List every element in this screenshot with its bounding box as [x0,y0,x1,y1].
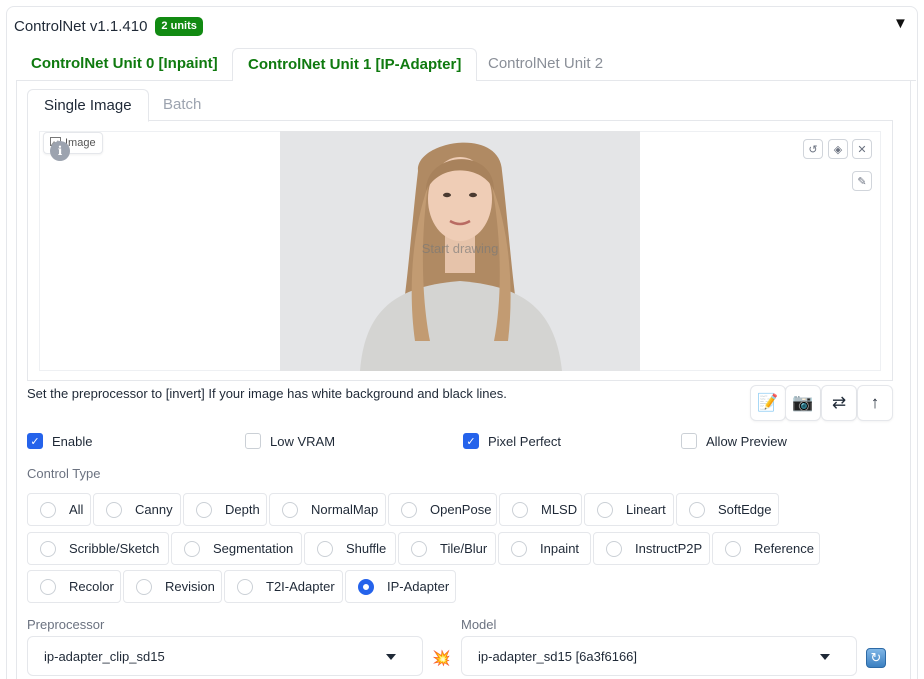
unit-tabs: ControlNet Unit 0 [Inpaint] ControlNet U… [16,48,916,82]
radio-lineart[interactable]: Lineart [584,493,674,526]
chevron-down-icon [820,654,830,660]
radio-normalmap[interactable]: NormalMap [269,493,386,526]
radio-openpose[interactable]: OpenPose [388,493,497,526]
undo-icon[interactable]: ↺ [803,139,823,159]
camera-icon[interactable]: 📷 [785,385,821,421]
preprocessor-label: Preprocessor [27,617,105,632]
radio-shuffle[interactable]: Shuffle [304,532,396,565]
uploaded-image[interactable]: Start drawing [280,131,640,371]
radio-icon [401,501,417,518]
radio-icon [282,501,298,518]
radio-canny[interactable]: Canny [93,493,181,526]
radio-t2i-adapter[interactable]: T2I-Adapter [224,570,343,603]
radio-recolor[interactable]: Recolor [27,570,121,603]
radio-segmentation[interactable]: Segmentation [171,532,302,565]
radio-icon [317,540,333,557]
enable-checkbox[interactable]: ✓ Enable [27,433,92,449]
info-icon[interactable]: i [50,141,70,161]
collapse-icon[interactable]: ▼ [893,15,908,32]
radio-inpaint[interactable]: Inpaint [498,532,591,565]
radio-icon [512,501,528,518]
radio-icon [606,540,622,557]
radio-icon [597,501,613,518]
send-up-icon[interactable]: ↑ [857,385,893,421]
panel-title: ControlNet v1.1.410 [14,18,148,35]
radio-icon [40,540,56,557]
radio-icon [136,578,152,595]
preprocessor-select[interactable]: ip-adapter_clip_sd15 [27,636,423,676]
tab-unit-0[interactable]: ControlNet Unit 0 [Inpaint] [16,48,233,81]
tab-unit-2[interactable]: ControlNet Unit 2 [473,48,618,81]
low-vram-label: Low VRAM [270,433,336,449]
panel-header[interactable]: ControlNet v1.1.410 2 units [14,17,203,36]
chevron-down-icon [386,654,396,660]
checkbox-checked-icon[interactable]: ✓ [463,433,479,449]
tab-batch[interactable]: Batch [147,89,217,122]
close-icon[interactable]: ✕ [852,139,872,159]
brush-icon[interactable]: ✎ [852,171,872,191]
radio-icon [511,540,527,557]
radio-icon [689,501,705,518]
radio-softedge[interactable]: SoftEdge [676,493,779,526]
preprocessor-hint: Set the preprocessor to [invert] If your… [27,386,507,401]
checkbox-empty-icon[interactable] [245,433,261,449]
radio-icon [40,501,56,518]
radio-instructp2p[interactable]: InstructP2P [593,532,710,565]
radio-ip-adapter[interactable]: IP-Adapter [345,570,456,603]
enable-label: Enable [52,433,93,449]
checkbox-empty-icon[interactable] [681,433,697,449]
erase-icon[interactable]: ◈ [828,139,848,159]
run-preprocessor-icon[interactable]: 💥 [432,649,451,667]
edit-icon[interactable]: 📝 [750,385,786,421]
refresh-models-icon[interactable]: ↻ [866,648,886,668]
radio-revision[interactable]: Revision [123,570,222,603]
radio-reference[interactable]: Reference [712,532,820,565]
allow-preview-label: Allow Preview [706,433,787,449]
allow-preview-checkbox[interactable]: Allow Preview [681,433,787,449]
units-badge: 2 units [155,17,203,36]
preprocessor-value: ip-adapter_clip_sd15 [44,648,165,664]
tab-single-image[interactable]: Single Image [27,89,149,122]
radio-icon [184,540,200,557]
radio-tile-blur[interactable]: Tile/Blur [398,532,496,565]
model-select[interactable]: ip-adapter_sd15 [6a3f6166] [461,636,857,676]
radio-icon [411,540,427,557]
radio-icon [196,501,212,518]
radio-icon [106,501,122,518]
low-vram-checkbox[interactable]: Low VRAM [245,433,335,449]
radio-scribble-sketch[interactable]: Scribble/Sketch [27,532,169,565]
radio-all[interactable]: All [27,493,91,526]
image-mode-tabs: Single Image Batch [27,89,893,122]
radio-selected-icon [358,578,374,595]
pixel-perfect-checkbox[interactable]: ✓ Pixel Perfect [463,433,561,449]
radio-icon [237,578,253,595]
radio-mlsd[interactable]: MLSD [499,493,582,526]
radio-depth[interactable]: Depth [183,493,267,526]
checkbox-checked-icon[interactable]: ✓ [27,433,43,449]
model-value: ip-adapter_sd15 [6a3f6166] [478,648,638,664]
control-type-label: Control Type [27,466,101,481]
pixel-perfect-label: Pixel Perfect [488,433,561,449]
tab-unit-1[interactable]: ControlNet Unit 1 [IP-Adapter] [232,48,478,82]
radio-icon [40,578,56,595]
swap-icon[interactable]: ⇄ [821,385,857,421]
model-label: Model [461,617,497,632]
radio-icon [725,540,741,557]
start-drawing-hint: Start drawing [421,241,499,256]
